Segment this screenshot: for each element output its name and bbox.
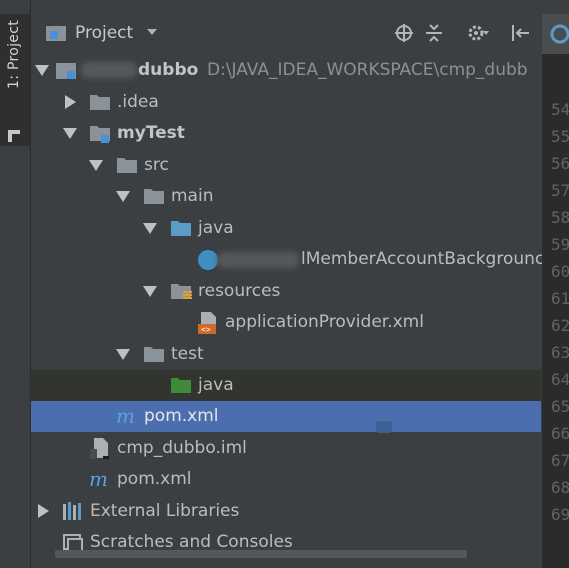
tree-row-test[interactable]: test (31, 339, 541, 370)
expand-chevron-down-icon[interactable] (63, 128, 77, 139)
settings-gear-icon[interactable] (467, 22, 489, 44)
tree-row-class[interactable]: lMemberAccountBackgrounc (31, 244, 545, 275)
xml-file-icon: <> (198, 312, 216, 334)
line-number: 63 (551, 343, 569, 362)
expand-chevron-down-icon[interactable] (143, 286, 157, 297)
folder-label: .idea (117, 92, 159, 112)
line-number: 67 (551, 451, 569, 470)
tree-row-external-libraries[interactable]: External Libraries (31, 496, 541, 527)
expand-chevron-down-icon[interactable] (116, 191, 130, 202)
expand-chevron-down-icon[interactable] (35, 65, 49, 76)
expand-chevron-down-icon[interactable] (143, 223, 157, 234)
tree-row-java-test[interactable]: java (31, 370, 541, 401)
project-tree: dubbo D:\JAVA_IDEA_WORKSPACE\cmp_dubb .i… (31, 50, 545, 568)
maven-icon: m (89, 467, 108, 491)
line-number: 54 (551, 100, 569, 119)
tree-row-mytest[interactable]: myTest (31, 118, 541, 149)
module-icon (56, 63, 76, 79)
collapse-all-icon[interactable] (423, 22, 445, 44)
folder-label: main (171, 186, 214, 206)
tree-row-src[interactable]: src (31, 150, 541, 181)
test-folder-icon (171, 378, 191, 393)
line-number: 68 (551, 478, 569, 497)
file-label: applicationProvider.xml (225, 312, 424, 332)
folder-label: test (171, 344, 204, 364)
line-number: 69 (551, 505, 569, 524)
file-label: cmp_dubbo.iml (117, 438, 247, 458)
line-number: 57 (551, 181, 569, 200)
horizontal-scrollbar[interactable] (55, 550, 467, 558)
folder-label: java (198, 218, 234, 238)
class-icon (198, 250, 218, 270)
expand-chevron-down-icon[interactable] (89, 160, 103, 171)
drag-indicator (376, 421, 392, 433)
locate-icon[interactable] (393, 22, 415, 44)
line-number: 60 (551, 262, 569, 281)
project-tab-label: 1: Project (6, 20, 22, 89)
project-view-title[interactable]: Project (75, 23, 133, 43)
root-module-name: dubbo (138, 60, 199, 80)
svg-text:<>: <> (201, 325, 211, 334)
line-number: 62 (551, 316, 569, 335)
file-label: pom.xml (144, 406, 219, 426)
editor-gutter: 54 55 56 57 58 59 60 61 62 63 64 65 66 6… (542, 14, 569, 568)
folder-label: java (198, 375, 234, 395)
tree-row-root[interactable]: dubbo D:\JAVA_IDEA_WORKSPACE\cmp_dubb (31, 55, 541, 86)
root-module-path: D:\JAVA_IDEA_WORKSPACE\cmp_dubb (207, 60, 528, 80)
line-number: 66 (551, 424, 569, 443)
tree-row-idea[interactable]: .idea (31, 87, 541, 118)
libraries-icon (63, 502, 81, 520)
line-number: 55 (551, 127, 569, 146)
editor-tab[interactable] (542, 14, 569, 54)
tree-row-main[interactable]: main (31, 181, 541, 212)
project-panel-header: Project (31, 14, 541, 51)
folder-label: resources (198, 281, 281, 301)
folder-icon (90, 95, 110, 110)
tree-row-resources[interactable]: resources (31, 276, 541, 307)
tree-row-iml[interactable]: cmp_dubbo.iml (31, 433, 541, 464)
project-tab-icon (8, 130, 20, 142)
expand-chevron-down-icon[interactable] (116, 349, 130, 360)
redacted-text (217, 252, 299, 268)
hide-panel-icon[interactable] (509, 22, 531, 44)
resources-folder-icon (171, 284, 192, 299)
folder-label: src (144, 155, 169, 175)
redacted-text (81, 62, 137, 78)
tree-node-label: External Libraries (90, 501, 240, 521)
top-bar (0, 0, 569, 14)
class-file-label: lMemberAccountBackgrounc (301, 249, 545, 269)
line-number: 56 (551, 154, 569, 173)
folder-icon (117, 158, 137, 173)
tree-row-java-source[interactable]: java (31, 213, 541, 244)
folder-icon (144, 189, 164, 204)
view-selector-chevron-down-icon[interactable] (147, 29, 157, 35)
line-number: 61 (551, 289, 569, 308)
module-label: myTest (117, 123, 185, 143)
module-folder-icon (90, 126, 110, 143)
project-folder-icon (46, 26, 66, 41)
file-label: pom.xml (117, 469, 192, 489)
class-tab-icon (550, 24, 569, 44)
tree-row-xml[interactable]: <> applicationProvider.xml (31, 307, 541, 338)
source-folder-icon (171, 221, 191, 236)
project-tool-window-tab[interactable]: 1: Project (0, 14, 30, 146)
maven-icon: m (116, 404, 135, 428)
iml-file-icon (90, 438, 109, 459)
tree-row-pom-selected[interactable]: m pom.xml (31, 401, 541, 433)
expand-chevron-right-icon[interactable] (65, 95, 76, 109)
tree-node-label: Scratches and Consoles (90, 532, 293, 552)
line-number: 59 (551, 235, 569, 254)
folder-icon (144, 347, 164, 362)
expand-chevron-right-icon[interactable] (38, 504, 49, 518)
line-number: 65 (551, 397, 569, 416)
tree-row-pom[interactable]: m pom.xml (31, 464, 541, 495)
line-number: 64 (551, 370, 569, 389)
line-number: 58 (551, 208, 569, 227)
